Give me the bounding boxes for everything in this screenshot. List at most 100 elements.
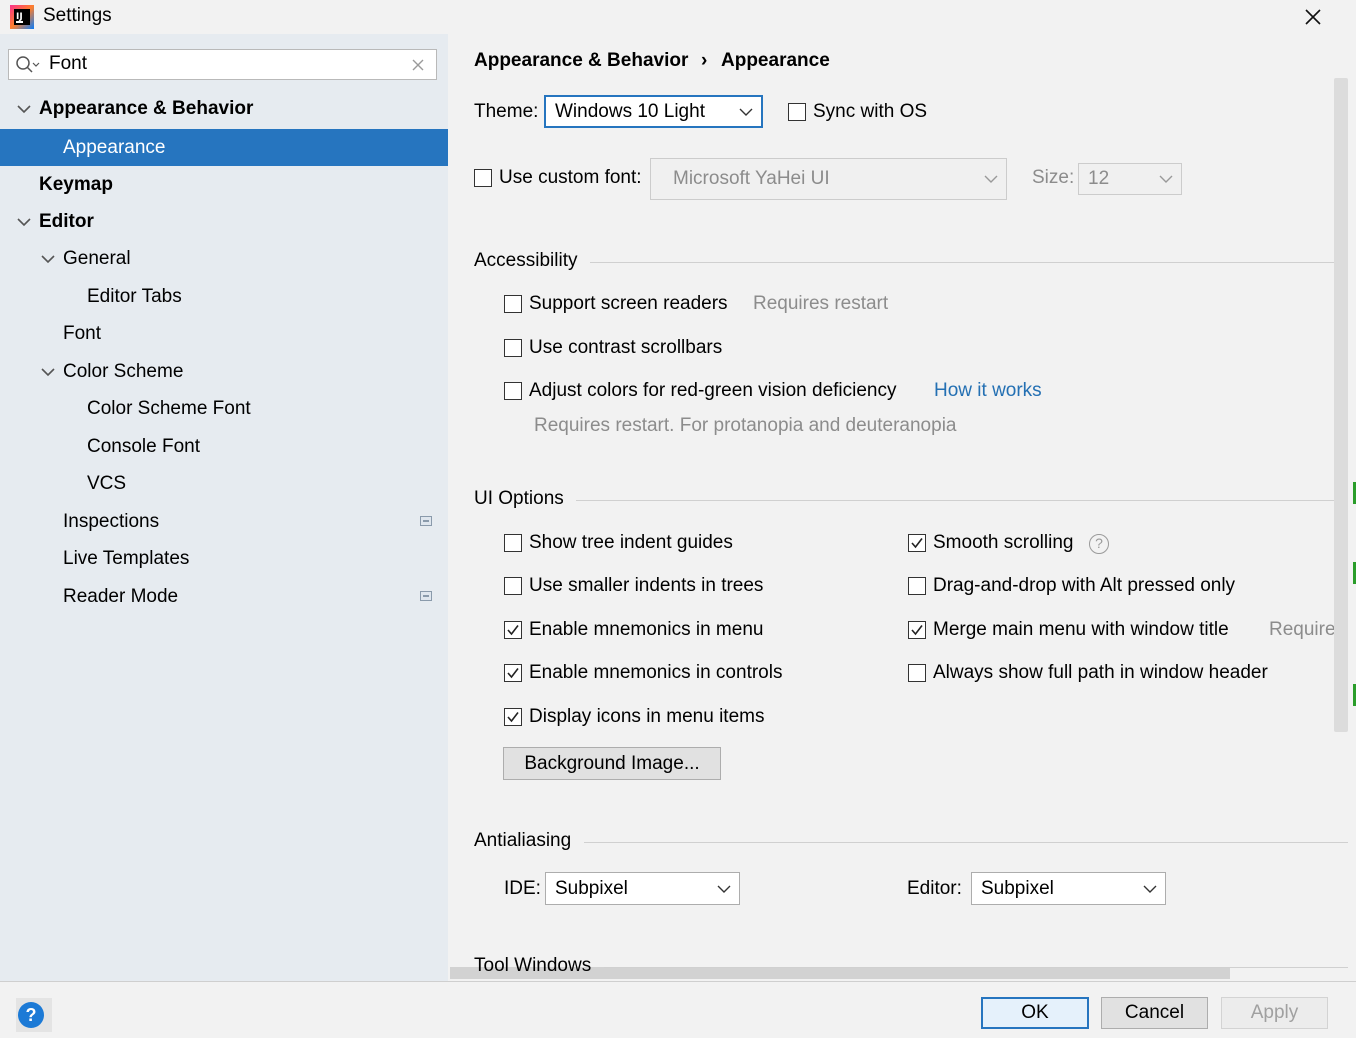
- section-separator: [604, 967, 1348, 968]
- breadcrumb-current: Appearance: [721, 50, 830, 71]
- mnemonics-controls-label[interactable]: Enable mnemonics in controls: [529, 662, 782, 684]
- icons-menu-label[interactable]: Display icons in menu items: [529, 706, 764, 728]
- section-separator: [590, 262, 1348, 263]
- use-custom-font-checkbox[interactable]: [474, 169, 492, 187]
- full-path-checkbox[interactable]: [908, 664, 926, 682]
- smooth-scrolling-checkbox[interactable]: [908, 534, 926, 552]
- font-size-select[interactable]: 12: [1078, 163, 1182, 195]
- chevron-down-icon[interactable]: [17, 102, 31, 116]
- chevron-down-icon: [1159, 175, 1173, 183]
- sync-with-os-label[interactable]: Sync with OS: [813, 101, 927, 123]
- checkmark-icon: [507, 668, 519, 679]
- editor-aa-select[interactable]: Subpixel: [971, 872, 1166, 905]
- font-size-label: Size:: [1032, 167, 1075, 188]
- checkmark-icon: [507, 712, 519, 723]
- background-image-button[interactable]: Background Image...: [503, 747, 721, 780]
- svg-text:IJ: IJ: [16, 12, 23, 22]
- mnemonics-controls-checkbox[interactable]: [504, 664, 522, 682]
- custom-font-value: Microsoft YaHei UI: [673, 168, 830, 189]
- red-green-checkbox[interactable]: [504, 382, 522, 400]
- smaller-indents-label[interactable]: Use smaller indents in trees: [529, 575, 763, 597]
- breadcrumb-separator: ›: [701, 50, 708, 71]
- tree-item-font[interactable]: Font: [63, 315, 101, 352]
- section-separator: [576, 500, 1348, 501]
- mnemonics-menu-label[interactable]: Enable mnemonics in menu: [529, 619, 763, 641]
- theme-label: Theme:: [474, 101, 539, 122]
- title-bar: [0, 0, 1356, 34]
- vertical-scrollbar[interactable]: [1334, 78, 1348, 732]
- project-settings-icon: [420, 516, 432, 526]
- editor-aa-value: Subpixel: [981, 877, 1054, 899]
- chevron-down-icon[interactable]: [17, 215, 31, 229]
- background-window-fragment: [1348, 562, 1356, 584]
- apply-button[interactable]: Apply: [1221, 997, 1328, 1029]
- tree-item-editor[interactable]: Editor: [39, 203, 94, 240]
- tree-item-color-scheme-font[interactable]: Color Scheme Font: [87, 390, 251, 427]
- screen-readers-label[interactable]: Support screen readers: [529, 293, 728, 315]
- ide-aa-value: Subpixel: [555, 877, 628, 899]
- section-separator: [584, 842, 1348, 843]
- project-settings-icon: [420, 591, 432, 601]
- chevron-down-icon: [739, 108, 753, 116]
- chevron-down-icon: [717, 885, 731, 893]
- merge-menu-label[interactable]: Merge main menu with window title: [933, 619, 1229, 641]
- font-size-value: 12: [1088, 168, 1110, 189]
- smooth-scrolling-label[interactable]: Smooth scrolling: [933, 532, 1073, 554]
- ok-button[interactable]: OK: [981, 997, 1089, 1029]
- theme-value: Windows 10 Light: [555, 100, 705, 122]
- theme-select[interactable]: Windows 10 Light: [544, 95, 763, 128]
- tree-item-inspections[interactable]: Inspections: [63, 503, 159, 540]
- how-it-works-link[interactable]: How it works: [934, 380, 1042, 402]
- mnemonics-menu-checkbox[interactable]: [504, 621, 522, 639]
- tree-item-appearance-behavior[interactable]: Appearance & Behavior: [39, 90, 253, 127]
- tree-item-vcs[interactable]: VCS: [87, 465, 126, 502]
- checkmark-icon: [911, 538, 923, 549]
- tree-item-color-scheme[interactable]: Color Scheme: [63, 353, 183, 390]
- tree-item-appearance[interactable]: Appearance: [0, 129, 448, 166]
- breadcrumb-parent[interactable]: Appearance & Behavior: [474, 50, 688, 72]
- tree-item-editor-tabs[interactable]: Editor Tabs: [87, 278, 182, 315]
- intellij-logo-icon: IJ: [10, 5, 34, 29]
- drag-drop-checkbox[interactable]: [908, 577, 926, 595]
- close-icon[interactable]: [1298, 2, 1328, 32]
- chevron-down-icon[interactable]: [41, 252, 55, 266]
- red-green-label[interactable]: Adjust colors for red-green vision defic…: [529, 380, 897, 402]
- sync-with-os-checkbox[interactable]: [788, 103, 806, 121]
- tree-indent-label[interactable]: Show tree indent guides: [529, 532, 733, 554]
- screen-readers-checkbox[interactable]: [504, 295, 522, 313]
- help-icon: ?: [18, 1002, 44, 1028]
- tree-indent-checkbox[interactable]: [504, 534, 522, 552]
- tree-item-live-templates[interactable]: Live Templates: [63, 540, 189, 577]
- accessibility-section-title: Accessibility: [474, 250, 578, 271]
- merge-menu-checkbox[interactable]: [908, 621, 926, 639]
- full-path-label[interactable]: Always show full path in window header: [933, 662, 1268, 684]
- screen-readers-hint: Requires restart: [753, 293, 889, 314]
- clear-search-icon[interactable]: [411, 58, 425, 72]
- background-window-fragment: [1348, 482, 1356, 504]
- tree-item-reader-mode[interactable]: Reader Mode: [63, 578, 178, 615]
- ide-aa-label: IDE:: [504, 878, 541, 899]
- background-window-fragment: [1348, 684, 1356, 706]
- tool-windows-section-title: Tool Windows: [474, 955, 592, 976]
- icons-menu-checkbox[interactable]: [504, 708, 522, 726]
- contrast-scrollbars-label[interactable]: Use contrast scrollbars: [529, 337, 722, 359]
- search-value: Font: [49, 53, 88, 74]
- smaller-indents-checkbox[interactable]: [504, 577, 522, 595]
- ui-options-section-title: UI Options: [474, 488, 564, 509]
- help-icon[interactable]: ?: [1089, 534, 1109, 554]
- cancel-button[interactable]: Cancel: [1101, 997, 1208, 1029]
- drag-drop-label[interactable]: Drag-and-drop with Alt pressed only: [933, 575, 1235, 597]
- red-green-hint: Requires restart. For protanopia and deu…: [534, 415, 957, 436]
- tree-item-keymap[interactable]: Keymap: [39, 166, 113, 203]
- tree-item-general[interactable]: General: [63, 240, 131, 277]
- use-custom-font-label[interactable]: Use custom font:: [499, 167, 642, 189]
- window-title: Settings: [43, 5, 112, 26]
- custom-font-select[interactable]: Microsoft YaHei UI: [650, 158, 1007, 200]
- chevron-down-icon: [984, 175, 998, 183]
- checkmark-icon: [911, 625, 923, 636]
- chevron-down-icon[interactable]: [41, 365, 55, 379]
- chevron-down-icon: [1143, 885, 1157, 893]
- contrast-scrollbars-checkbox[interactable]: [504, 339, 522, 357]
- tree-item-console-font[interactable]: Console Font: [87, 428, 200, 465]
- ide-aa-select[interactable]: Subpixel: [545, 872, 740, 905]
